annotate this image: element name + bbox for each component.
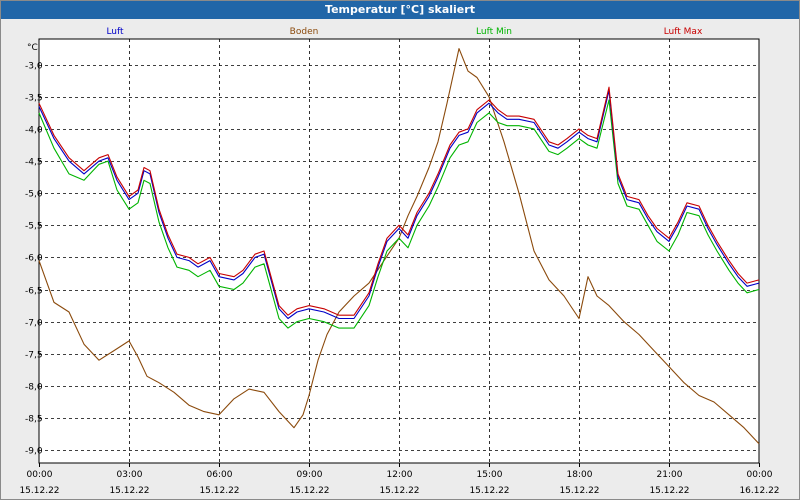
chart-window: Temperatur [°C] skaliert -3,0 -3,5 -4,0 -4,… — [0, 0, 800, 500]
x-tick-date: 15.12.22 — [19, 486, 59, 496]
x-tick-date: 15.12.22 — [109, 486, 149, 496]
x-tick-date: 15.12.22 — [559, 486, 599, 496]
y-tick-label: -4,0 — [25, 126, 43, 136]
x-tick-time: 15:00 — [477, 470, 503, 480]
y-tick-label: -3,5 — [25, 94, 43, 104]
x-tick-time: 09:00 — [297, 470, 323, 480]
y-tick-label: -5,5 — [25, 222, 43, 232]
x-tick-date: 15.12.22 — [289, 486, 329, 496]
x-tick-date: 15.12.22 — [379, 486, 419, 496]
y-tick-label: -8,5 — [25, 415, 43, 425]
line-chart: -3,0 -3,5 -4,0 -4,5 -5,0 -5,5 -6,0 -6,5 -7,0 -7,5… — [19, 27, 779, 496]
legend-luft-min: Luft Min — [476, 27, 512, 37]
x-tick-time: 06:00 — [207, 470, 233, 480]
y-tick-label: -6,0 — [25, 254, 43, 264]
y-tick-label: -4,5 — [25, 158, 43, 168]
x-tick-time: 12:00 — [387, 470, 413, 480]
legend-boden: Boden — [290, 27, 319, 37]
x-tick-time: 18:00 — [567, 470, 593, 480]
y-tick-label: -9,0 — [25, 447, 43, 457]
y-tick-label: -7,5 — [25, 351, 43, 361]
x-tick-time: 00:00 — [27, 470, 53, 480]
legend-luft: Luft — [106, 27, 124, 37]
x-tick-time: 03:00 — [117, 470, 143, 480]
x-tick-time: 21:00 — [657, 470, 683, 480]
y-tick-label: -8,0 — [25, 383, 43, 393]
x-tick-date: 15.12.22 — [199, 486, 239, 496]
legend-luft-max: Luft Max — [664, 27, 703, 37]
y-tick-label: -7,0 — [25, 319, 43, 329]
x-tick-time: 00:00 — [747, 470, 773, 480]
y-tick-label: -3,0 — [25, 62, 43, 72]
x-tick-date: 16.12.22 — [739, 486, 779, 496]
y-tick-label: -6,5 — [25, 287, 43, 297]
x-tick-date: 15.12.22 — [649, 486, 689, 496]
plot-area — [38, 38, 760, 464]
y-tick-label: -5,0 — [25, 190, 43, 200]
x-tick-date: 15.12.22 — [469, 486, 509, 496]
y-axis-unit: °C — [27, 43, 38, 53]
